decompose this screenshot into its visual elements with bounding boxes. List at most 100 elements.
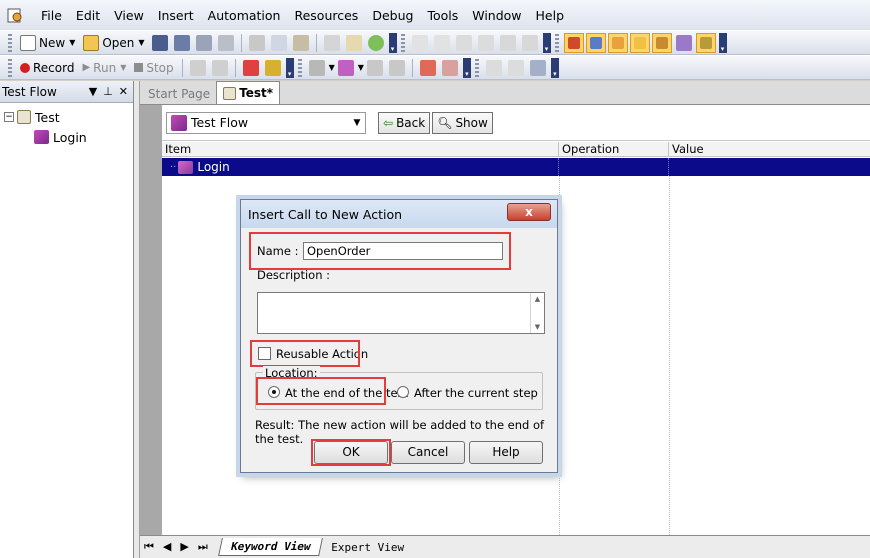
menu-file[interactable]: File bbox=[34, 8, 69, 23]
menu-window[interactable]: Window bbox=[465, 8, 528, 23]
test-flow-pane-button[interactable] bbox=[563, 32, 584, 53]
paste-icon[interactable] bbox=[292, 34, 309, 51]
first-tab-icon[interactable]: ⏮ bbox=[144, 540, 154, 554]
undo-icon[interactable] bbox=[411, 34, 428, 51]
menu-automation[interactable]: Automation bbox=[201, 8, 288, 23]
debug-viewer-icon[interactable] bbox=[675, 34, 692, 51]
export-icon[interactable] bbox=[529, 59, 546, 76]
close-icon[interactable]: ✕ bbox=[119, 85, 128, 98]
table-row[interactable]: ·· Login bbox=[162, 158, 870, 176]
comment-icon[interactable] bbox=[455, 34, 472, 51]
breakpoint-icon[interactable] bbox=[242, 59, 259, 76]
pane-menu-icon[interactable]: ▼ bbox=[89, 85, 97, 98]
location-end-label[interactable]: At the end of the test bbox=[285, 386, 408, 400]
back-button[interactable]: ⇦ Back bbox=[378, 111, 431, 134]
toolbar-grip[interactable] bbox=[297, 58, 302, 77]
object-spy-icon[interactable] bbox=[189, 59, 206, 76]
tab-start-page[interactable]: Start Page bbox=[142, 83, 216, 104]
scroll-down-icon[interactable]: ▼ bbox=[535, 323, 540, 331]
record-button[interactable]: Record bbox=[16, 58, 78, 78]
stop-button[interactable]: Stop bbox=[130, 58, 177, 78]
reusable-action-label[interactable]: Reusable Action bbox=[276, 347, 368, 361]
menu-insert[interactable]: Insert bbox=[151, 8, 201, 23]
collapse-icon[interactable]: − bbox=[4, 112, 14, 122]
toolbar-grip[interactable] bbox=[8, 58, 12, 77]
list-view-icon[interactable] bbox=[485, 59, 502, 76]
call-action-icon[interactable] bbox=[419, 59, 436, 76]
print-icon[interactable] bbox=[217, 34, 234, 51]
menu-view[interactable]: View bbox=[107, 8, 151, 23]
next-tab-icon[interactable]: ▶ bbox=[180, 540, 188, 554]
active-screen-button[interactable] bbox=[651, 32, 672, 53]
toolbar-options-icon[interactable]: ▾ bbox=[550, 57, 559, 78]
column-header-operation[interactable]: Operation bbox=[559, 142, 669, 156]
column-header-item[interactable]: Item bbox=[162, 142, 559, 156]
tree-item-login[interactable]: Login bbox=[4, 127, 133, 147]
toolbar-grip[interactable] bbox=[8, 33, 12, 52]
cut-icon[interactable] bbox=[248, 34, 265, 51]
ok-button[interactable]: OK bbox=[314, 441, 388, 464]
scrollbar[interactable]: ▲ ▼ bbox=[530, 293, 544, 333]
description-textarea[interactable]: ▲ ▼ bbox=[257, 292, 545, 334]
chevron-down-icon[interactable]: ▼ bbox=[120, 63, 126, 72]
information-pane-button[interactable] bbox=[695, 32, 716, 53]
cancel-button[interactable]: Cancel bbox=[391, 441, 465, 464]
location-after-radio[interactable] bbox=[397, 386, 409, 398]
chevron-down-icon[interactable]: ▼ bbox=[349, 118, 365, 128]
run-button[interactable]: ▶ Run ▼ bbox=[78, 58, 130, 78]
redo-icon[interactable] bbox=[433, 34, 450, 51]
menu-edit[interactable]: Edit bbox=[69, 8, 107, 23]
text-case-icon[interactable] bbox=[521, 34, 538, 51]
reusable-action-checkbox[interactable] bbox=[258, 347, 271, 360]
save-all-icon[interactable] bbox=[173, 34, 190, 51]
chevron-down-icon[interactable]: ▼ bbox=[358, 63, 364, 72]
insert-checkpoint-icon[interactable] bbox=[308, 59, 325, 76]
column-header-value[interactable]: Value bbox=[669, 142, 870, 156]
toolbar-options-icon[interactable]: ▾ bbox=[462, 57, 471, 78]
pointer-hand-icon[interactable] bbox=[211, 59, 228, 76]
menu-tools[interactable]: Tools bbox=[420, 8, 465, 23]
object-repository-button[interactable] bbox=[607, 32, 628, 53]
location-after-label[interactable]: After the current step bbox=[414, 386, 538, 400]
tab-expert-view[interactable]: Expert View bbox=[321, 539, 414, 556]
action-name-input[interactable]: OpenOrder bbox=[303, 242, 503, 260]
synchronization-icon[interactable] bbox=[388, 59, 405, 76]
toolbar-grip[interactable] bbox=[400, 33, 405, 52]
toolbar-options-icon[interactable]: ▾ bbox=[542, 32, 551, 53]
uncomment-icon[interactable] bbox=[477, 34, 494, 51]
properties-icon[interactable] bbox=[323, 34, 340, 51]
dialog-close-button[interactable]: x bbox=[507, 203, 551, 221]
toolbar-options-icon[interactable]: ▾ bbox=[718, 32, 727, 53]
menu-help[interactable]: Help bbox=[529, 8, 572, 23]
split-action-icon[interactable] bbox=[441, 59, 458, 76]
menu-resources[interactable]: Resources bbox=[287, 8, 365, 23]
save-icon[interactable] bbox=[151, 34, 168, 51]
chevron-down-icon[interactable]: ▼ bbox=[138, 38, 144, 47]
tab-test[interactable]: Test* bbox=[216, 81, 281, 104]
new-button[interactable]: New ▼ bbox=[16, 33, 79, 53]
data-table-button[interactable] bbox=[629, 32, 650, 53]
data-table-icon[interactable] bbox=[345, 34, 362, 51]
toolbar-options-icon[interactable]: ▾ bbox=[285, 57, 294, 78]
show-button[interactable]: 🔍︎ Show bbox=[432, 111, 493, 134]
clear-breakpoints-icon[interactable] bbox=[264, 59, 281, 76]
chevron-down-icon[interactable]: ▼ bbox=[329, 63, 335, 72]
stack-icon[interactable] bbox=[507, 59, 524, 76]
tree-item-test[interactable]: − Test bbox=[4, 107, 133, 127]
pin-icon[interactable]: ⊥ bbox=[103, 85, 113, 98]
location-end-radio[interactable] bbox=[268, 386, 280, 398]
toolbar-grip[interactable] bbox=[554, 33, 559, 52]
menu-debug[interactable]: Debug bbox=[365, 8, 420, 23]
chevron-down-icon[interactable]: ▼ bbox=[69, 38, 75, 47]
scroll-up-icon[interactable]: ▲ bbox=[535, 295, 540, 303]
help-button[interactable]: Help bbox=[469, 441, 543, 464]
print-preview-icon[interactable] bbox=[195, 34, 212, 51]
step-generator-icon[interactable] bbox=[366, 59, 383, 76]
prev-tab-icon[interactable]: ◀ bbox=[163, 540, 171, 554]
find-icon[interactable] bbox=[499, 34, 516, 51]
open-button[interactable]: Open ▼ bbox=[79, 33, 148, 53]
tab-keyword-view[interactable]: Keyword View bbox=[217, 538, 324, 556]
flow-selector[interactable]: Test Flow ▼ bbox=[166, 111, 366, 134]
resources-pane-button[interactable] bbox=[585, 32, 606, 53]
insert-output-value-icon[interactable] bbox=[337, 59, 354, 76]
